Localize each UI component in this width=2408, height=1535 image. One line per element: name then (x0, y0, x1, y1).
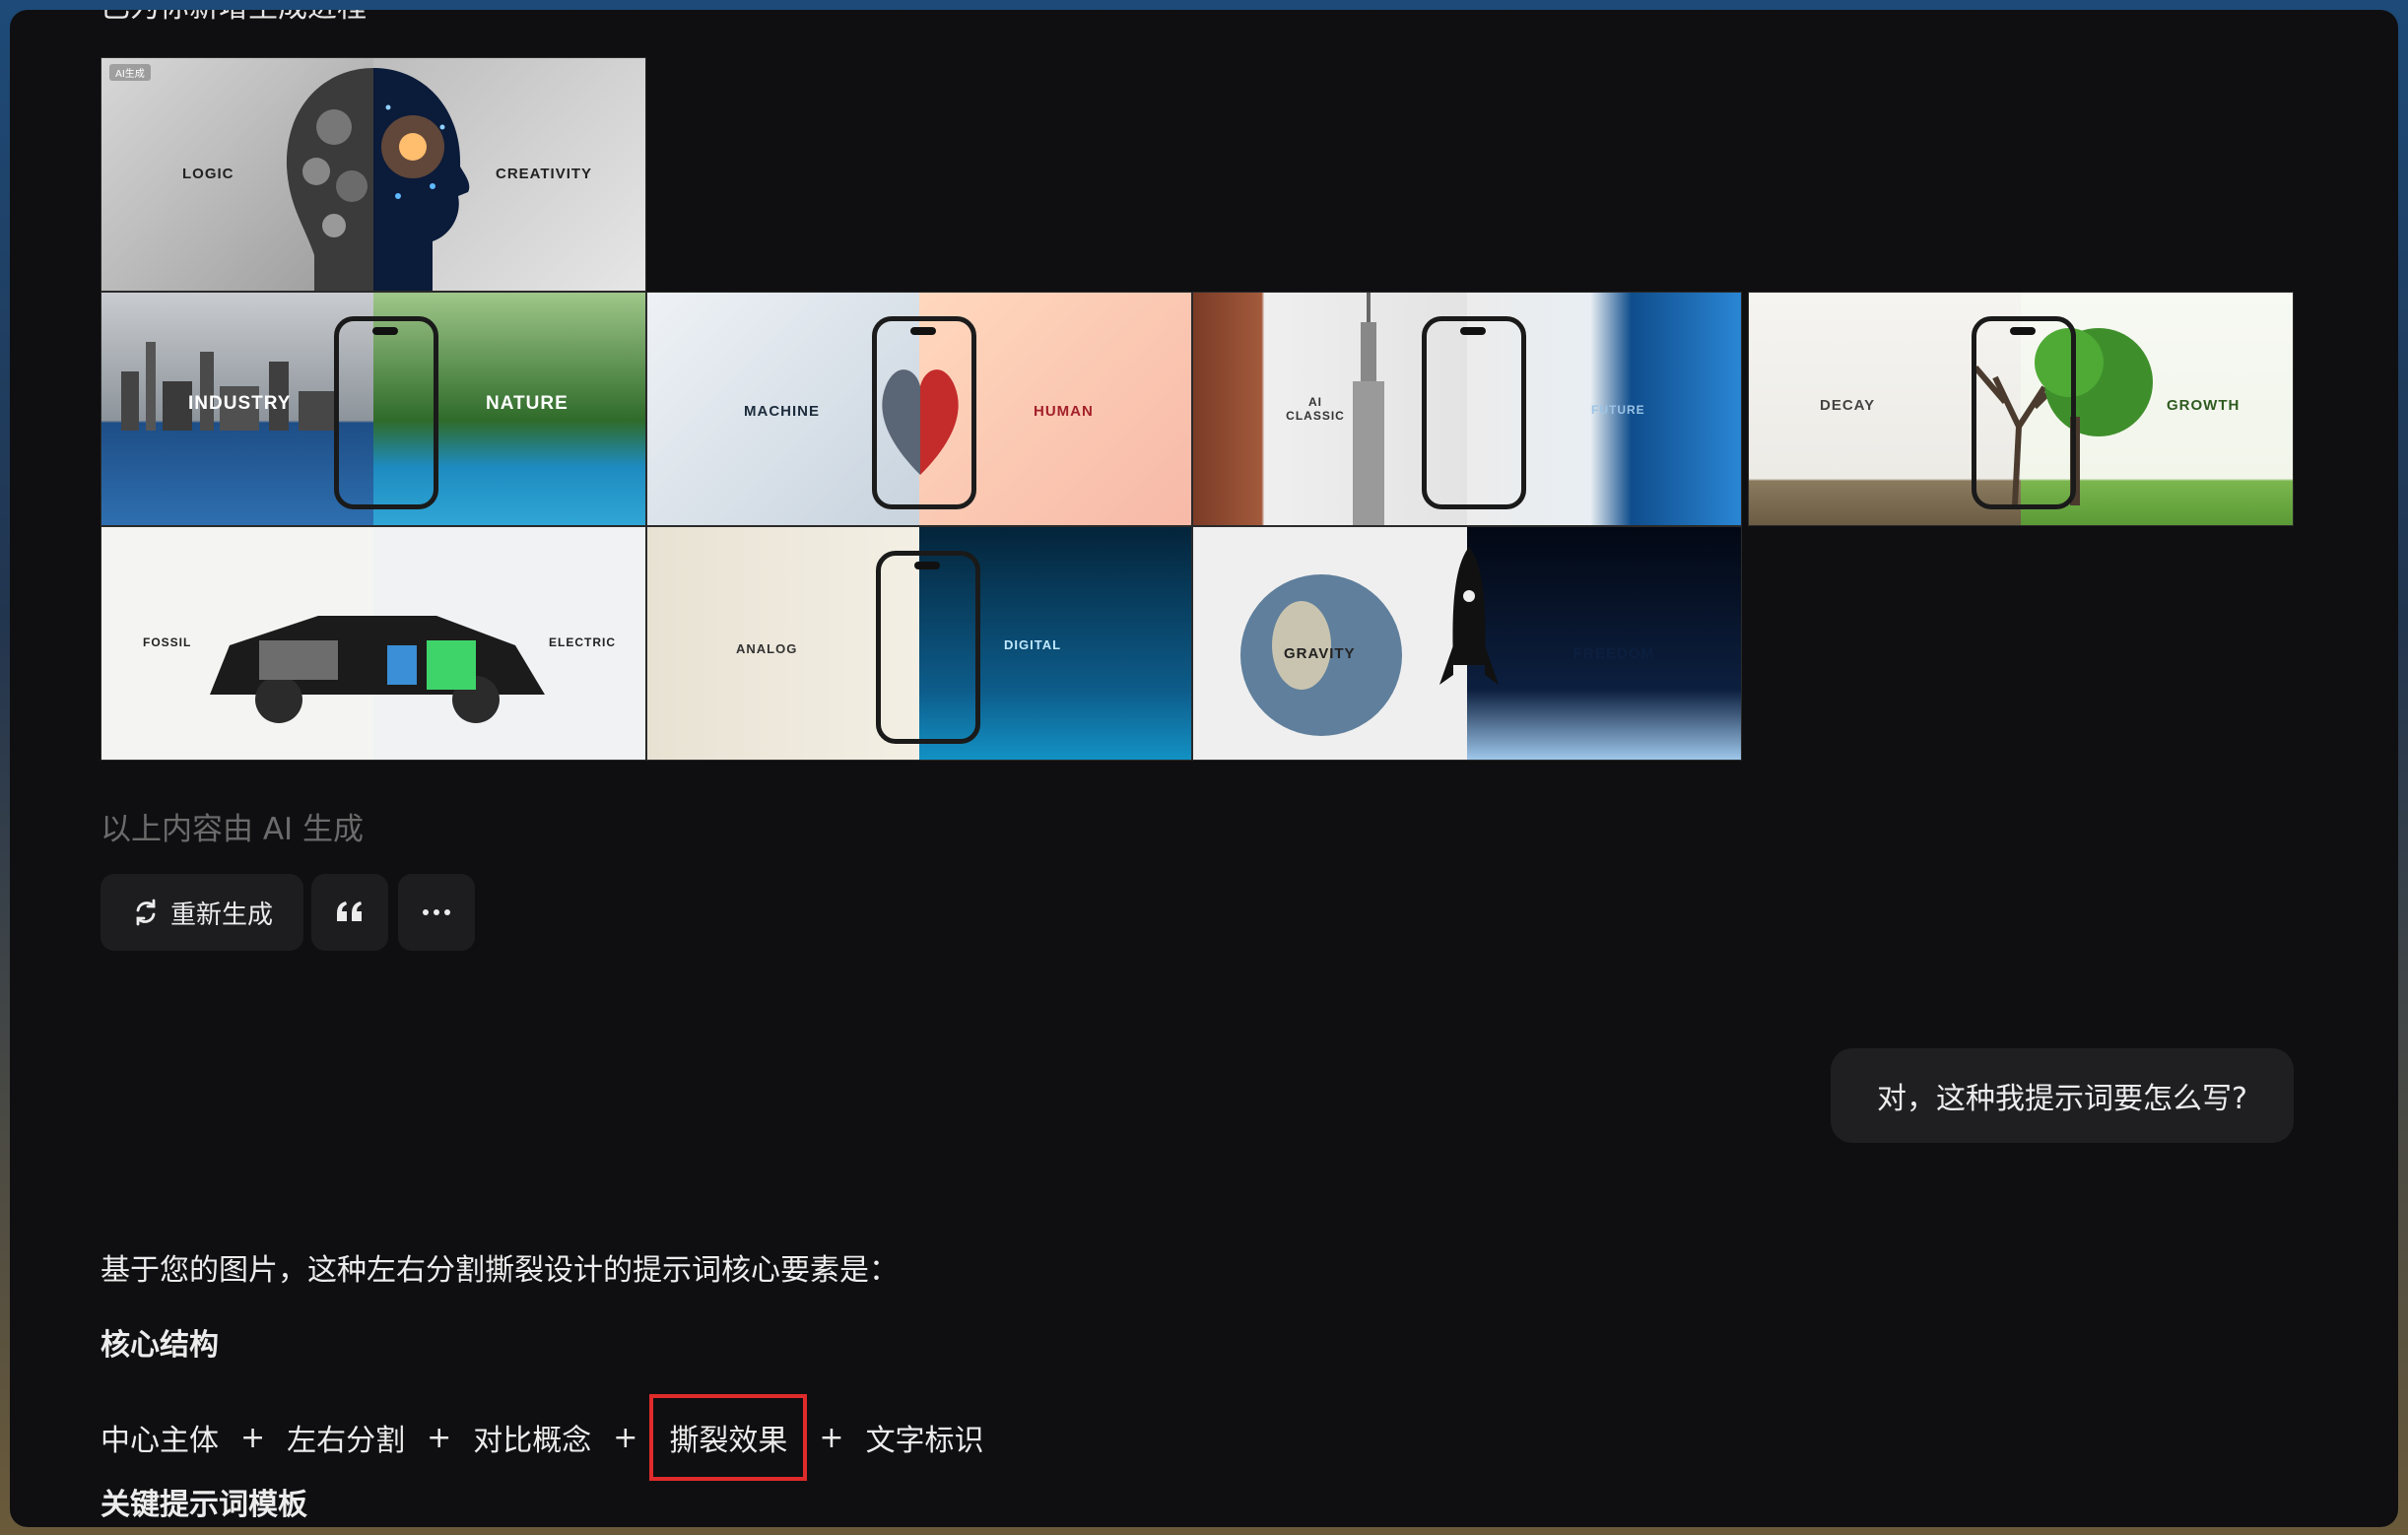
section-heading-core-structure: 核心结构 (100, 1328, 219, 1363)
rocket-illustration (1439, 547, 1499, 685)
generated-image-classic-future[interactable]: AI CLASSIC FUTURE (1192, 292, 1742, 526)
answer-intro: 基于您的图片，这种左右分割撕裂设计的提示词核心要素是： (100, 1253, 899, 1288)
label-ai-classic: AI CLASSIC (1286, 395, 1345, 423)
refresh-icon (136, 899, 156, 926)
structure-formula: 中心主体 + 左右分割 + 对比概念 + 撕裂效果 + 文字标识 (100, 1394, 984, 1481)
label-analog: ANALOG (736, 641, 798, 656)
formula-term: 左右分割 (287, 1424, 406, 1458)
label-decay: DECAY (1820, 397, 1876, 414)
label-future: FUTURE (1591, 403, 1645, 417)
car-illustration (210, 616, 545, 723)
ai-generated-notice: 以上内容由 AI 生成 (100, 812, 365, 847)
user-message: 对，这种我提示词要怎么写? (1831, 1048, 2294, 1143)
regenerate-label: 重新生成 (169, 900, 273, 930)
label-freedom: FREEDOM (1573, 645, 1654, 662)
ai-generated-badge: AI生成 (109, 64, 151, 81)
label-logic: LOGIC (182, 166, 234, 182)
label-electric: ELECTRIC (549, 635, 616, 649)
label-digital: DIGITAL (1004, 637, 1062, 652)
formula-term: 文字标识 (865, 1424, 984, 1458)
more-icon (423, 909, 450, 915)
plus-sign: + (819, 1420, 844, 1455)
generated-image-decay-growth[interactable]: DECAY GROWTH (1748, 292, 2294, 526)
plus-sign: + (240, 1420, 266, 1455)
label-fossil: FOSSIL (143, 635, 192, 649)
label-nature: NATURE (486, 393, 569, 414)
generated-image-machine-human[interactable]: MACHINE HUMAN (646, 292, 1192, 526)
generated-image-industry-nature[interactable]: INDUSTRY NATURE (100, 292, 646, 526)
formula-term: 对比概念 (473, 1424, 592, 1458)
highlighted-formula-term: 撕裂效果 (649, 1394, 808, 1481)
plus-sign: + (613, 1420, 638, 1455)
plus-sign: + (427, 1420, 452, 1455)
label-growth: GROWTH (2167, 397, 2241, 414)
head-illustration (286, 68, 470, 291)
formula-term: 中心主体 (100, 1424, 219, 1458)
quote-icon (337, 901, 362, 921)
label-industry: INDUSTRY (188, 393, 292, 414)
label-gravity: GRAVITY (1284, 645, 1356, 662)
generated-image-gravity-freedom[interactable]: GRAVITY FREEDOM (1192, 526, 1742, 761)
section-heading-template: 关键提示词模板 (100, 1488, 307, 1522)
more-button[interactable] (398, 874, 475, 951)
chat-window: 已为你新增生成进程 LOGIC CREATIVITY AI生成 INDUSTRY (10, 10, 2398, 1527)
generated-image-logic-creativity[interactable]: LOGIC CREATIVITY AI生成 (100, 57, 646, 292)
label-human: HUMAN (1034, 403, 1094, 420)
empire-state-building (1353, 293, 1384, 525)
label-creativity: CREATIVITY (496, 166, 593, 182)
heart-illustration (882, 369, 959, 475)
label-machine: MACHINE (744, 403, 820, 420)
generated-image-fossil-electric[interactable]: FOSSIL ELECTRIC (100, 526, 646, 761)
regenerate-button[interactable]: 重新生成 (100, 874, 303, 951)
message-heading: 已为你新增生成进程 (100, 10, 367, 26)
generated-image-analog-digital[interactable]: ANALOG DIGITAL (646, 526, 1192, 761)
quote-button[interactable] (311, 874, 388, 951)
